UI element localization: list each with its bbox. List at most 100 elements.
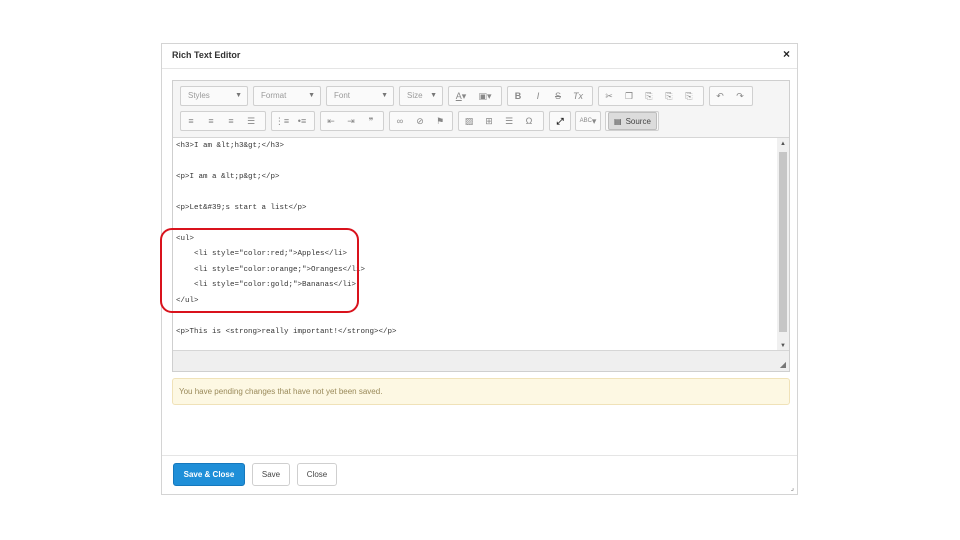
redo-icon: ↷ [736, 90, 744, 101]
code-line: <li style="color:red;">Apples</li> [176, 250, 348, 258]
redo-button[interactable]: ↷ [730, 87, 750, 105]
text-color-icon: A [455, 91, 462, 101]
italic-button[interactable]: I [528, 87, 548, 105]
undo-button[interactable]: ↶ [710, 87, 730, 105]
size-combo[interactable]: Size ▼ [399, 86, 443, 106]
paste-word-button[interactable]: ⎘ [679, 87, 699, 105]
copy-button[interactable]: ❐ [619, 87, 639, 105]
paste-word-icon: ⎘ [685, 90, 693, 101]
alignment-group: ≡ ≡ ≡ ☰ [180, 111, 266, 131]
link-button[interactable]: ∞ [390, 112, 410, 130]
font-combo[interactable]: Font ▼ [326, 86, 394, 106]
unlink-button[interactable]: ⊘ [410, 112, 430, 130]
color-group: A ▾ ▣ ▾ [448, 86, 502, 106]
spellcheck-group: ABC ▾ [575, 111, 601, 131]
numbered-list-button[interactable]: ⋮≡ [272, 112, 292, 130]
remove-format-button[interactable]: Tx [568, 87, 588, 105]
format-combo[interactable]: Format ▼ [253, 86, 321, 106]
align-left-button[interactable]: ≡ [181, 112, 201, 130]
quote-icon: ❞ [368, 115, 374, 126]
justify-button[interactable]: ☰ [241, 112, 261, 130]
styles-combo-label: Styles [188, 91, 210, 100]
indent-button[interactable]: ⇥ [341, 112, 361, 130]
footer-divider [162, 455, 797, 456]
close-button[interactable]: Close [297, 463, 337, 486]
horizontal-rule-button[interactable]: ☰ [499, 112, 519, 130]
vertical-scrollbar[interactable]: ▲ ▼ [777, 138, 789, 352]
save-button[interactable]: Save [252, 463, 290, 486]
editor-frame: Styles ▼ Format ▼ Font ▼ Size ▼ A▾ ▣▾ [172, 80, 790, 372]
maximize-icon: ⤢ [556, 115, 564, 126]
font-combo-label: Font [334, 91, 351, 100]
code-line: <p>This is <strong>really important!</st… [176, 328, 397, 336]
numbered-list-icon: ⋮≡ [274, 115, 290, 126]
close-icon[interactable]: × [783, 47, 790, 61]
source-button[interactable]: ▤ Source [608, 112, 657, 130]
pending-changes-alert: You have pending changes that have not y… [172, 378, 790, 405]
chevron-down-icon: ▼ [430, 92, 437, 99]
italic-icon: I [536, 91, 540, 101]
horizontal-rule-icon: ☰ [504, 115, 514, 126]
align-center-button[interactable]: ≡ [201, 112, 221, 130]
strikethrough-icon: S [554, 91, 561, 101]
bulleted-list-icon: •≡ [297, 116, 307, 126]
dialog-resize-icon[interactable]: ⌟ [791, 484, 794, 492]
outdent-button[interactable]: ⇤ [321, 112, 341, 130]
code-line: <li style="color:orange;">Oranges</li> [176, 266, 366, 274]
remove-format-icon: Tx [573, 91, 583, 101]
size-combo-label: Size [407, 91, 423, 100]
styles-combo[interactable]: Styles ▼ [180, 86, 248, 106]
code-line: <h3>I am &lt;h3&gt;</h3> [176, 142, 285, 150]
format-combo-label: Format [261, 91, 287, 100]
basic-styles-group: B I S Tx [507, 86, 593, 106]
source-code-area[interactable]: <h3>I am &lt;h3&gt;</h3> <p>I am a &lt;p… [173, 138, 777, 352]
title-divider [162, 68, 797, 69]
text-color-button[interactable]: A ▾ [449, 87, 473, 105]
code-line: <p>Let&#39;s start a list</p> [176, 204, 307, 212]
save-close-button[interactable]: Save & Close [173, 463, 245, 486]
scroll-up-icon[interactable]: ▲ [777, 138, 789, 150]
scroll-thumb[interactable] [779, 152, 787, 332]
link-group: ∞ ⊘ ⚑ [389, 111, 453, 131]
indent-icon: ⇥ [347, 115, 355, 126]
anchor-button[interactable]: ⚑ [430, 112, 450, 130]
table-button[interactable]: ⊞ [479, 112, 499, 130]
editor-statusbar: ◢ [173, 350, 789, 371]
blockquote-button[interactable]: ❞ [361, 112, 381, 130]
align-right-button[interactable]: ≡ [221, 112, 241, 130]
bold-icon: B [514, 91, 522, 101]
undo-group: ↶ ↷ [709, 86, 753, 106]
omega-icon: Ω [525, 116, 533, 126]
bulleted-list-button[interactable]: •≡ [292, 112, 312, 130]
cut-button[interactable]: ✂ [599, 87, 619, 105]
outdent-icon: ⇤ [327, 115, 335, 126]
maximize-button[interactable]: ⤢ [550, 112, 570, 130]
background-color-icon: ▣ [478, 90, 487, 101]
special-char-button[interactable]: Ω [519, 112, 539, 130]
link-icon: ∞ [396, 116, 404, 126]
align-right-icon: ≡ [228, 116, 234, 126]
code-line: <li style="color:gold;">Bananas</li> [176, 281, 357, 289]
paste-icon: ⎘ [645, 90, 653, 101]
clipboard-group: ✂ ❐ ⎘ ⎘ ⎘ [598, 86, 704, 106]
list-group: ⋮≡ •≡ [271, 111, 315, 131]
code-line: <ul> [176, 235, 195, 243]
strikethrough-button[interactable]: S [548, 87, 568, 105]
source-group: ▤ Source [605, 111, 659, 131]
rich-text-editor-dialog: Rich Text Editor × Styles ▼ Format ▼ Fon… [161, 43, 798, 495]
insert-group: ▨ ⊞ ☰ Ω [458, 111, 544, 131]
spellcheck-button[interactable]: ABC ▾ [576, 112, 600, 130]
background-color-button[interactable]: ▣ ▾ [473, 87, 497, 105]
copy-icon: ❐ [624, 90, 634, 101]
bold-button[interactable]: B [508, 87, 528, 105]
resize-handle-icon[interactable]: ◢ [780, 360, 786, 369]
code-line: </ul> [176, 297, 199, 305]
image-button[interactable]: ▨ [459, 112, 479, 130]
image-icon: ▨ [464, 115, 474, 126]
flag-icon: ⚑ [435, 115, 445, 126]
paste-text-button[interactable]: ⎘ [659, 87, 679, 105]
source-label: Source [625, 116, 651, 126]
source-icon: ▤ [614, 116, 622, 126]
paste-button[interactable]: ⎘ [639, 87, 659, 105]
maximize-group: ⤢ [549, 111, 571, 131]
